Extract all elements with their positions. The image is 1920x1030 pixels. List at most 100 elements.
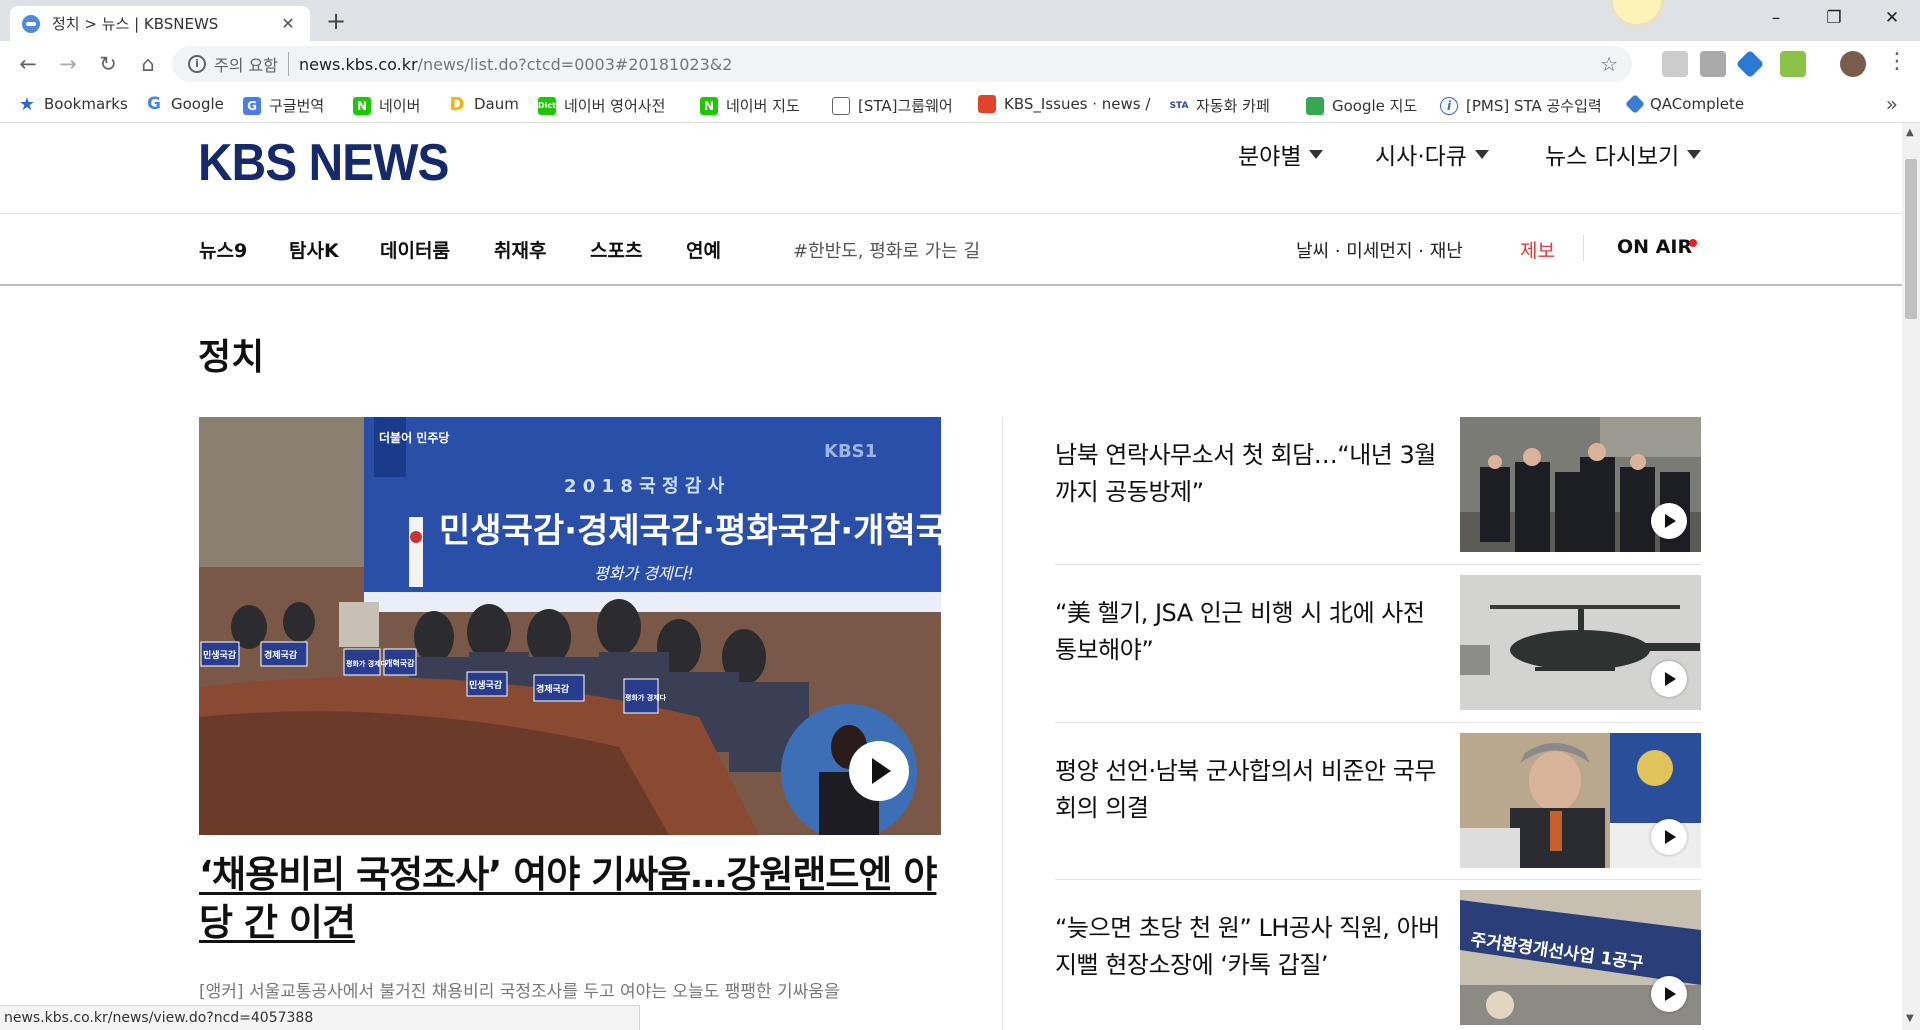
tab-strip: 정치 > 뉴스 | KBSNEWS ✕ + – ❐ ✕ [0, 0, 1920, 41]
play-icon[interactable] [1651, 819, 1687, 855]
bookmark-item[interactable]: ★ Bookmarks [18, 94, 128, 115]
svg-text:2 0 1 8 국 정 감 사: 2 0 1 8 국 정 감 사 [564, 476, 725, 497]
play-icon[interactable] [1651, 661, 1687, 697]
extension-icon[interactable] [1662, 51, 1688, 77]
translate-icon: G [243, 96, 261, 115]
side-story-item[interactable]: “늦으면 초당 천 원” LH공사 직원, 아버지뻘 현장소장에 ‘카톡 갑질’… [1055, 890, 1702, 1025]
menu-category[interactable]: 분야별 [1238, 137, 1324, 171]
svg-text:평화가 경제다!: 평화가 경제다! [594, 564, 694, 583]
address-bar[interactable]: i 주의 요함 news.kbs.co.kr/news/list.do?ctcd… [172, 46, 1632, 82]
caret-down-icon [1687, 149, 1702, 159]
subnav-news9[interactable]: 뉴스9 [199, 236, 247, 263]
tipoff-link[interactable]: 제보 [1520, 236, 1555, 263]
side-story-thumbnail[interactable] [1460, 575, 1701, 710]
section-title: 정치 [198, 337, 265, 378]
page-icon [832, 96, 850, 115]
bookmark-item[interactable]: STA 자동화 카페 [1170, 95, 1270, 116]
kbs-favicon-icon [22, 14, 40, 33]
extension-icon[interactable] [1700, 51, 1726, 77]
dict-icon: Dict [538, 96, 556, 115]
side-story-title[interactable]: “美 헬기, JSA 인근 비행 시 北에 사전 통보해야” [1055, 595, 1445, 669]
scroll-up-icon[interactable]: ▲ [1906, 127, 1914, 138]
side-separator [1055, 722, 1702, 723]
side-story-title[interactable]: “늦으면 초당 천 원” LH공사 직원, 아버지뻘 현장소장에 ‘카톡 갑질’ [1055, 910, 1445, 984]
profile-glow-icon [1613, 0, 1661, 24]
back-button[interactable]: ← [12, 48, 44, 80]
page-content: KBS NEWS 분야별 시사·다큐 뉴스 다시보기 뉴스9 탐사K 데이터룸 … [0, 123, 1902, 1030]
nav-separator [1583, 235, 1584, 261]
home-button[interactable]: ⌂ [132, 48, 164, 80]
weather-dust-disaster-link[interactable]: 날씨 · 미세먼지 · 재난 [1296, 237, 1463, 263]
bookmark-item[interactable]: G 구글번역 [243, 95, 324, 116]
main-story-thumbnail[interactable]: 더불어 민주당 KBS1 2 0 1 8 국 정 감 사 민생국감·경제국감·평… [199, 417, 941, 835]
menu-current-affairs[interactable]: 시사·다큐 [1375, 137, 1489, 171]
gitlab-icon [978, 95, 996, 113]
new-tab-button[interactable]: + [322, 8, 350, 36]
svg-text:경제국감: 경제국감 [536, 683, 570, 695]
bookmark-item[interactable]: Dict 네이버 영어사전 [538, 95, 665, 116]
kbs-news-logo[interactable]: KBS NEWS [198, 133, 449, 193]
pms-icon: i [1440, 96, 1458, 115]
naver-icon: N [353, 96, 371, 115]
bookmark-item[interactable]: QAComplete [1625, 94, 1744, 114]
chrome-menu-icon[interactable]: ⋮ [1886, 47, 1908, 77]
side-story-title[interactable]: 남북 연락사무소서 첫 회담…“내년 3월까지 공동방제” [1055, 437, 1445, 511]
bookmark-star-icon[interactable]: ☆ [1600, 52, 1618, 76]
bookmark-item[interactable]: N 네이버 지도 [700, 95, 800, 116]
live-dot-icon [1689, 239, 1697, 247]
menu-news-replay[interactable]: 뉴스 다시보기 [1545, 137, 1702, 171]
minimize-button[interactable]: – [1748, 0, 1804, 38]
tab-title: 정치 > 뉴스 | KBSNEWS [52, 15, 219, 33]
bookmark-item[interactable]: i [PMS] STA 공수입력 [1440, 95, 1602, 116]
bookmark-item[interactable]: N 네이버 [353, 95, 420, 116]
side-story-item[interactable]: “美 헬기, JSA 인근 비행 시 北에 사전 통보해야” [1055, 575, 1702, 710]
main-story-summary[interactable]: [앵커] 서울교통공사에서 불거진 채용비리 국정조사를 두고 여야는 오늘도 … [199, 977, 941, 1002]
sta-icon: STA [1169, 100, 1189, 111]
on-air-link[interactable]: ON AIR [1617, 236, 1692, 258]
profile-avatar[interactable] [1840, 51, 1866, 77]
bookmark-item[interactable]: D Daum [448, 94, 519, 115]
subnav-entertainment[interactable]: 연예 [686, 236, 721, 263]
side-story-item[interactable]: 평양 선언·남북 군사합의서 비준안 국무회의 의결 [1055, 733, 1702, 868]
active-tab[interactable]: 정치 > 뉴스 | KBSNEWS ✕ [10, 6, 310, 41]
assembly-meeting-photo: 더불어 민주당 KBS1 2 0 1 8 국 정 감 사 민생국감·경제국감·평… [199, 417, 941, 835]
info-icon[interactable]: i [188, 55, 206, 73]
main-story-headline[interactable]: ‘채용비리 국정조사’ 여야 기싸움…강원랜드엔 야당 간 이견 [199, 851, 941, 947]
extension-icon[interactable] [1780, 51, 1806, 77]
subnav-dataroom[interactable]: 데이터룸 [380, 236, 450, 263]
close-window-button[interactable]: ✕ [1864, 0, 1920, 38]
side-story-thumbnail[interactable] [1460, 417, 1701, 552]
bookmark-item[interactable]: G Google [145, 94, 224, 114]
tab-close-icon[interactable]: ✕ [278, 14, 298, 33]
side-story-title[interactable]: 평양 선언·남북 군사합의서 비준안 국무회의 의결 [1055, 753, 1445, 827]
side-story-thumbnail[interactable] [1460, 733, 1701, 868]
kbs1-watermark: KBS1 [824, 441, 877, 462]
bookmark-item[interactable]: Google 지도 [1306, 95, 1417, 116]
hashtag-link[interactable]: #한반도, 평화로 가는 길 [793, 237, 980, 263]
reload-button[interactable]: ↻ [92, 48, 124, 80]
play-icon[interactable] [849, 741, 909, 801]
subnav-after-report[interactable]: 취재후 [494, 236, 546, 263]
subnav-sports[interactable]: 스포츠 [590, 236, 642, 263]
play-icon[interactable] [1651, 976, 1687, 1012]
bookmark-item[interactable]: [STA]그룹웨어 [832, 95, 953, 116]
side-story-thumbnail[interactable]: 주거환경개선사업 1공구 [1460, 890, 1701, 1025]
play-icon[interactable] [1651, 503, 1687, 539]
qa-icon [1625, 94, 1645, 114]
page-scrollbar[interactable]: ▲ ▼ [1902, 123, 1920, 1030]
google-icon: G [147, 94, 161, 114]
status-bar-url: news.kbs.co.kr/news/view.do?ncd=4057388 [0, 1005, 640, 1030]
side-story-item[interactable]: 남북 연락사무소서 첫 회담…“내년 3월까지 공동방제” [1055, 417, 1702, 552]
subnav-tamsak[interactable]: 탐사K [289, 236, 339, 263]
bookmark-item[interactable]: KBS_Issues · news / [978, 95, 1150, 113]
bookmarks-overflow-button[interactable]: » [1886, 92, 1898, 116]
scroll-down-icon[interactable]: ▼ [1906, 1013, 1914, 1024]
restore-button[interactable]: ❐ [1806, 0, 1862, 38]
side-separator [1055, 879, 1702, 880]
scroll-thumb[interactable] [1905, 159, 1917, 319]
svg-text:개혁국감: 개혁국감 [385, 658, 415, 668]
extension-icon[interactable] [1735, 49, 1765, 79]
url-text[interactable]: news.kbs.co.kr/news/list.do?ctcd=0003#20… [299, 55, 732, 74]
forward-button[interactable]: → [52, 48, 84, 80]
svg-text:평화가 경제다: 평화가 경제다 [625, 693, 667, 702]
